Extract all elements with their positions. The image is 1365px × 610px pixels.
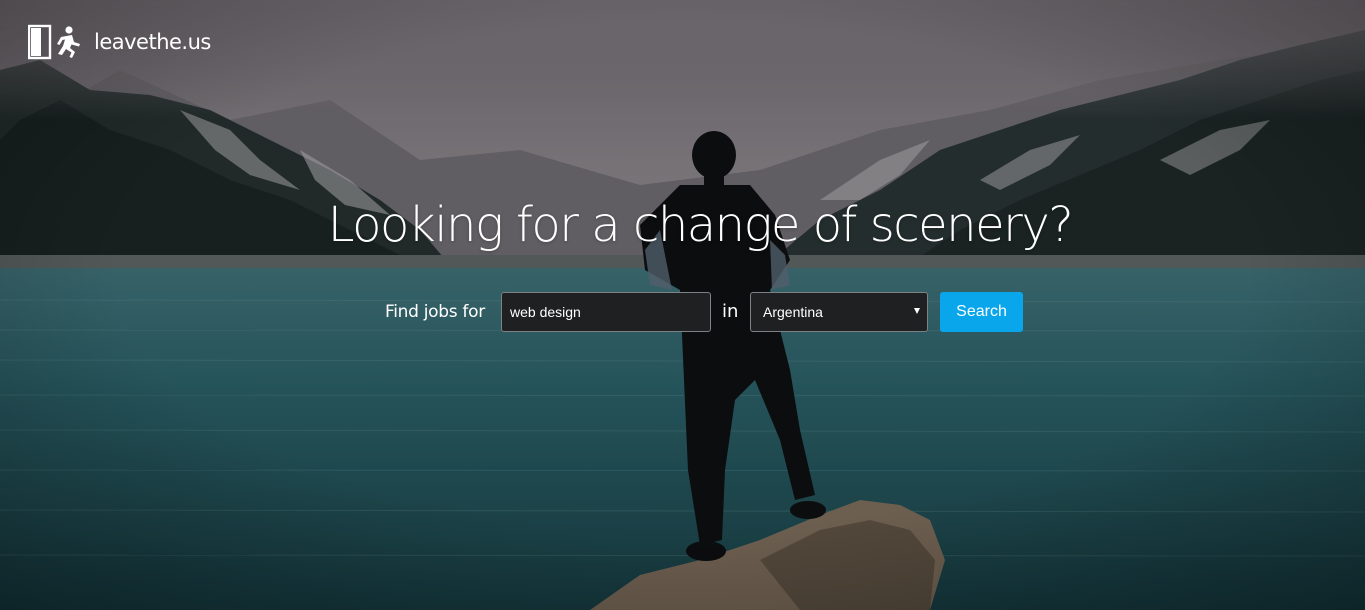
find-jobs-label: Find jobs for xyxy=(385,302,485,322)
caret-down-icon xyxy=(914,308,920,314)
search-button[interactable]: Search xyxy=(940,292,1023,332)
logo[interactable]: leavethe.us xyxy=(28,24,211,60)
job-search-form: Find jobs for in Argentina Search xyxy=(0,292,1365,332)
country-select[interactable]: Argentina xyxy=(750,292,928,332)
country-selected-value: Argentina xyxy=(763,304,823,320)
job-keyword-input[interactable] xyxy=(501,292,711,332)
in-label: in xyxy=(722,301,739,322)
door-exit-runner-icon xyxy=(28,24,80,60)
logo-text: leavethe.us xyxy=(94,30,211,54)
hero: leavethe.us Looking for a change of scen… xyxy=(0,0,1365,610)
headline: Looking for a change of scenery? xyxy=(327,197,1074,253)
